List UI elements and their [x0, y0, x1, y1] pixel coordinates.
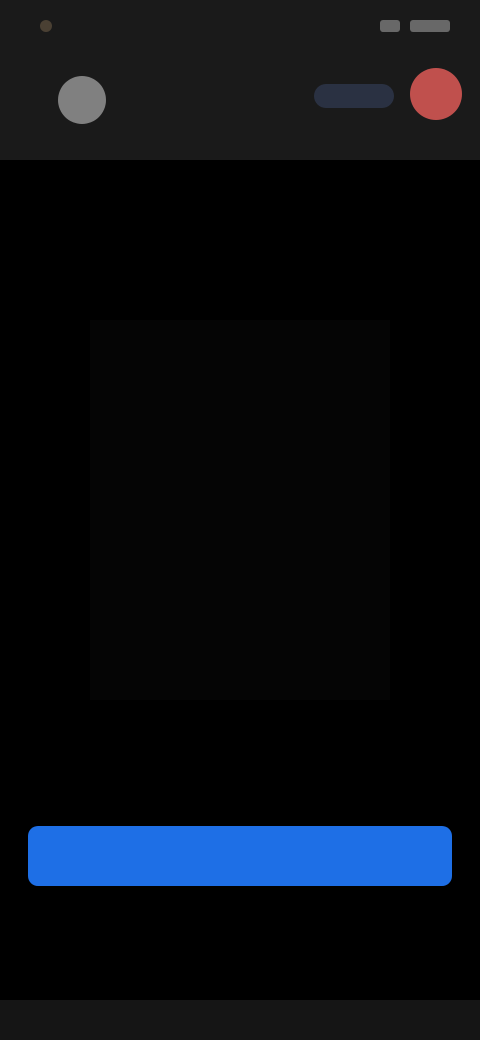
content-area: [90, 320, 390, 700]
status-icons: [380, 20, 450, 32]
screen: [0, 0, 480, 1040]
battery-icon: [410, 20, 450, 32]
top-bar: [0, 60, 480, 160]
status-bar: [0, 0, 480, 60]
navigation-bar: [0, 1000, 480, 1040]
end-call-button[interactable]: [410, 68, 462, 120]
status-badge: [314, 84, 394, 108]
back-icon[interactable]: [58, 76, 106, 124]
signal-icon: [380, 20, 400, 32]
status-indicator-icon: [40, 20, 52, 32]
primary-action-button[interactable]: [28, 826, 452, 886]
